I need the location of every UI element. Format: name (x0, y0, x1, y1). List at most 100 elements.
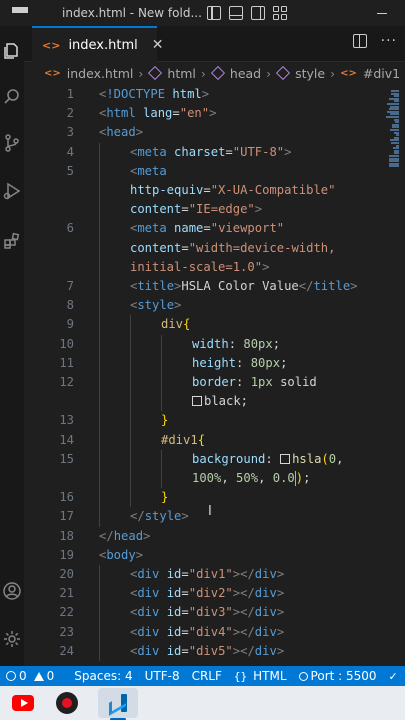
code-line[interactable]: 100%, 50%, 0.0); (24, 469, 405, 489)
line-number: 13 (59, 413, 74, 428)
code-text: <meta charset="UTF-8"> (130, 143, 291, 162)
code-line[interactable]: 24 <div id="div5"></div> (24, 641, 405, 661)
code-text: width: 80px; (192, 335, 280, 354)
customize-layout-icon[interactable] (273, 6, 287, 20)
code-line[interactable]: 17 </style> (24, 507, 405, 527)
search-icon[interactable] (0, 80, 24, 114)
tab-index-html[interactable]: <> index.html ✕ (32, 26, 163, 62)
indent-guide (161, 469, 162, 489)
code-editor[interactable]: I 1 <!DOCTYPE html> 2 <html lang="en"> 3 <hea… (24, 84, 405, 666)
code-line[interactable]: 10 width: 80px; (24, 334, 405, 354)
indent-guide (99, 449, 100, 469)
code-token: : (265, 451, 281, 466)
indent-guide (99, 507, 100, 527)
breadcrumb-file[interactable]: index.html (67, 66, 134, 81)
prettier-status[interactable]: ✓ 🔔 (383, 670, 405, 683)
code-token: > (276, 567, 285, 581)
code-token: > (232, 643, 241, 658)
source-control-icon[interactable] (0, 126, 24, 160)
code-line[interactable]: 22 <div id="div3"></div> (24, 603, 405, 623)
eol-status[interactable]: CRLF (186, 669, 228, 683)
breadcrumb-style[interactable]: style (295, 66, 325, 81)
code-line[interactable]: 6 <meta name="viewport" (24, 219, 405, 239)
code-line[interactable]: 7 <title>HSLA Color Value</title> (24, 277, 405, 297)
code-token: : (236, 375, 251, 389)
code-token: "viewport" (210, 221, 285, 236)
check-icon: ✓ (388, 669, 398, 683)
more-actions-icon[interactable]: ··· (381, 34, 397, 48)
code-token: id (166, 643, 182, 658)
code-line[interactable]: http-equiv="X-UA-Compatible" (24, 181, 405, 201)
code-line[interactable]: 13} (24, 411, 405, 431)
explorer-icon[interactable] (0, 34, 24, 68)
code-line[interactable]: 8 <style> (24, 296, 405, 316)
encoding-status[interactable]: UTF-8 (139, 669, 186, 683)
indentation-status[interactable]: Spaces: 4 (68, 669, 138, 683)
code-line[interactable]: 3 <head> (24, 123, 405, 142)
line-number: 18 (59, 528, 74, 543)
code-line[interactable]: 18 </head> (24, 527, 405, 546)
code-line[interactable]: 1 <!DOCTYPE html> (24, 85, 405, 104)
code-token: > (135, 547, 144, 562)
element-icon (210, 65, 225, 81)
code-line[interactable]: 16} (24, 488, 405, 508)
live-server-port[interactable]: Port : 5500 (293, 669, 383, 683)
code-line[interactable]: 5 <meta (24, 161, 405, 181)
code-line[interactable]: 15 background: hsla(0, (24, 449, 405, 469)
language-mode[interactable]: {} HTML (228, 669, 293, 683)
code-line[interactable]: 14 #div1{ (24, 430, 405, 450)
hamburger-icon (12, 7, 28, 19)
code-line[interactable]: content="width=device-width, (24, 238, 405, 258)
color-swatch-icon[interactable] (192, 396, 202, 407)
run-debug-icon[interactable] (0, 174, 24, 208)
close-tab-icon[interactable]: ✕ (152, 37, 164, 53)
code-line[interactable]: 2 <html lang="en"> (24, 104, 405, 123)
code-token: "div1" (188, 567, 233, 581)
code-line[interactable]: 9 div{ (24, 315, 405, 335)
indent-guide (130, 334, 131, 354)
toggle-primary-sidebar-icon[interactable] (207, 6, 221, 20)
toggle-secondary-sidebar-icon[interactable] (251, 6, 265, 20)
code-token: !DOCTYPE (106, 87, 166, 101)
code-line[interactable]: 20 <div id="div1"></div> (24, 565, 405, 585)
code-line[interactable]: 12 border: 1px solid (24, 373, 405, 393)
split-editor-icon[interactable] (352, 34, 367, 48)
code-line[interactable]: 19 <body> (24, 546, 405, 565)
code-token: = (181, 202, 189, 217)
breadcrumb-div1[interactable]: #div1 (363, 66, 400, 81)
youtube-icon[interactable] (10, 690, 36, 716)
code-token: 100% (192, 471, 222, 485)
screen-recorder-icon[interactable] (54, 690, 80, 716)
code-token: > (181, 509, 189, 524)
toggle-panel-icon[interactable] (229, 6, 243, 20)
menu-button[interactable] (0, 0, 40, 26)
line-number: 23 (59, 624, 74, 639)
indent-guide (99, 584, 100, 604)
code-token: div (137, 643, 160, 658)
code-line[interactable]: initial-scale=1.0"> (24, 257, 405, 277)
code-token: "div5" (188, 643, 233, 658)
minimize-button[interactable] (359, 0, 405, 26)
code-line[interactable]: 23 <div id="div4"></div> (24, 622, 405, 642)
color-swatch-icon[interactable] (280, 453, 291, 464)
settings-gear-icon[interactable] (0, 622, 24, 656)
code-token: div (254, 643, 277, 658)
code-line[interactable]: 11 height: 80px; (24, 353, 405, 373)
accounts-icon[interactable] (0, 574, 24, 608)
extensions-icon[interactable] (0, 224, 24, 258)
warning-count: 0 (46, 669, 55, 683)
code-line[interactable]: 21 <div id="div2"></div> (24, 584, 405, 604)
problems-indicator[interactable]: 0 0 (0, 669, 60, 683)
code-token: ; (272, 336, 281, 351)
line-number: 10 (59, 336, 74, 351)
vscode-icon[interactable] (98, 688, 138, 720)
breadcrumb-html[interactable]: html (167, 66, 195, 81)
code-line[interactable]: content="IE=edge"> (24, 200, 405, 220)
breadcrumb-head[interactable]: head (230, 66, 261, 81)
indent-guide (99, 641, 100, 661)
indent-guide (99, 334, 100, 354)
code-line[interactable]: black; (24, 392, 405, 412)
code-line[interactable]: 4 <meta charset="UTF-8"> (24, 142, 405, 162)
code-token: div (254, 586, 277, 601)
